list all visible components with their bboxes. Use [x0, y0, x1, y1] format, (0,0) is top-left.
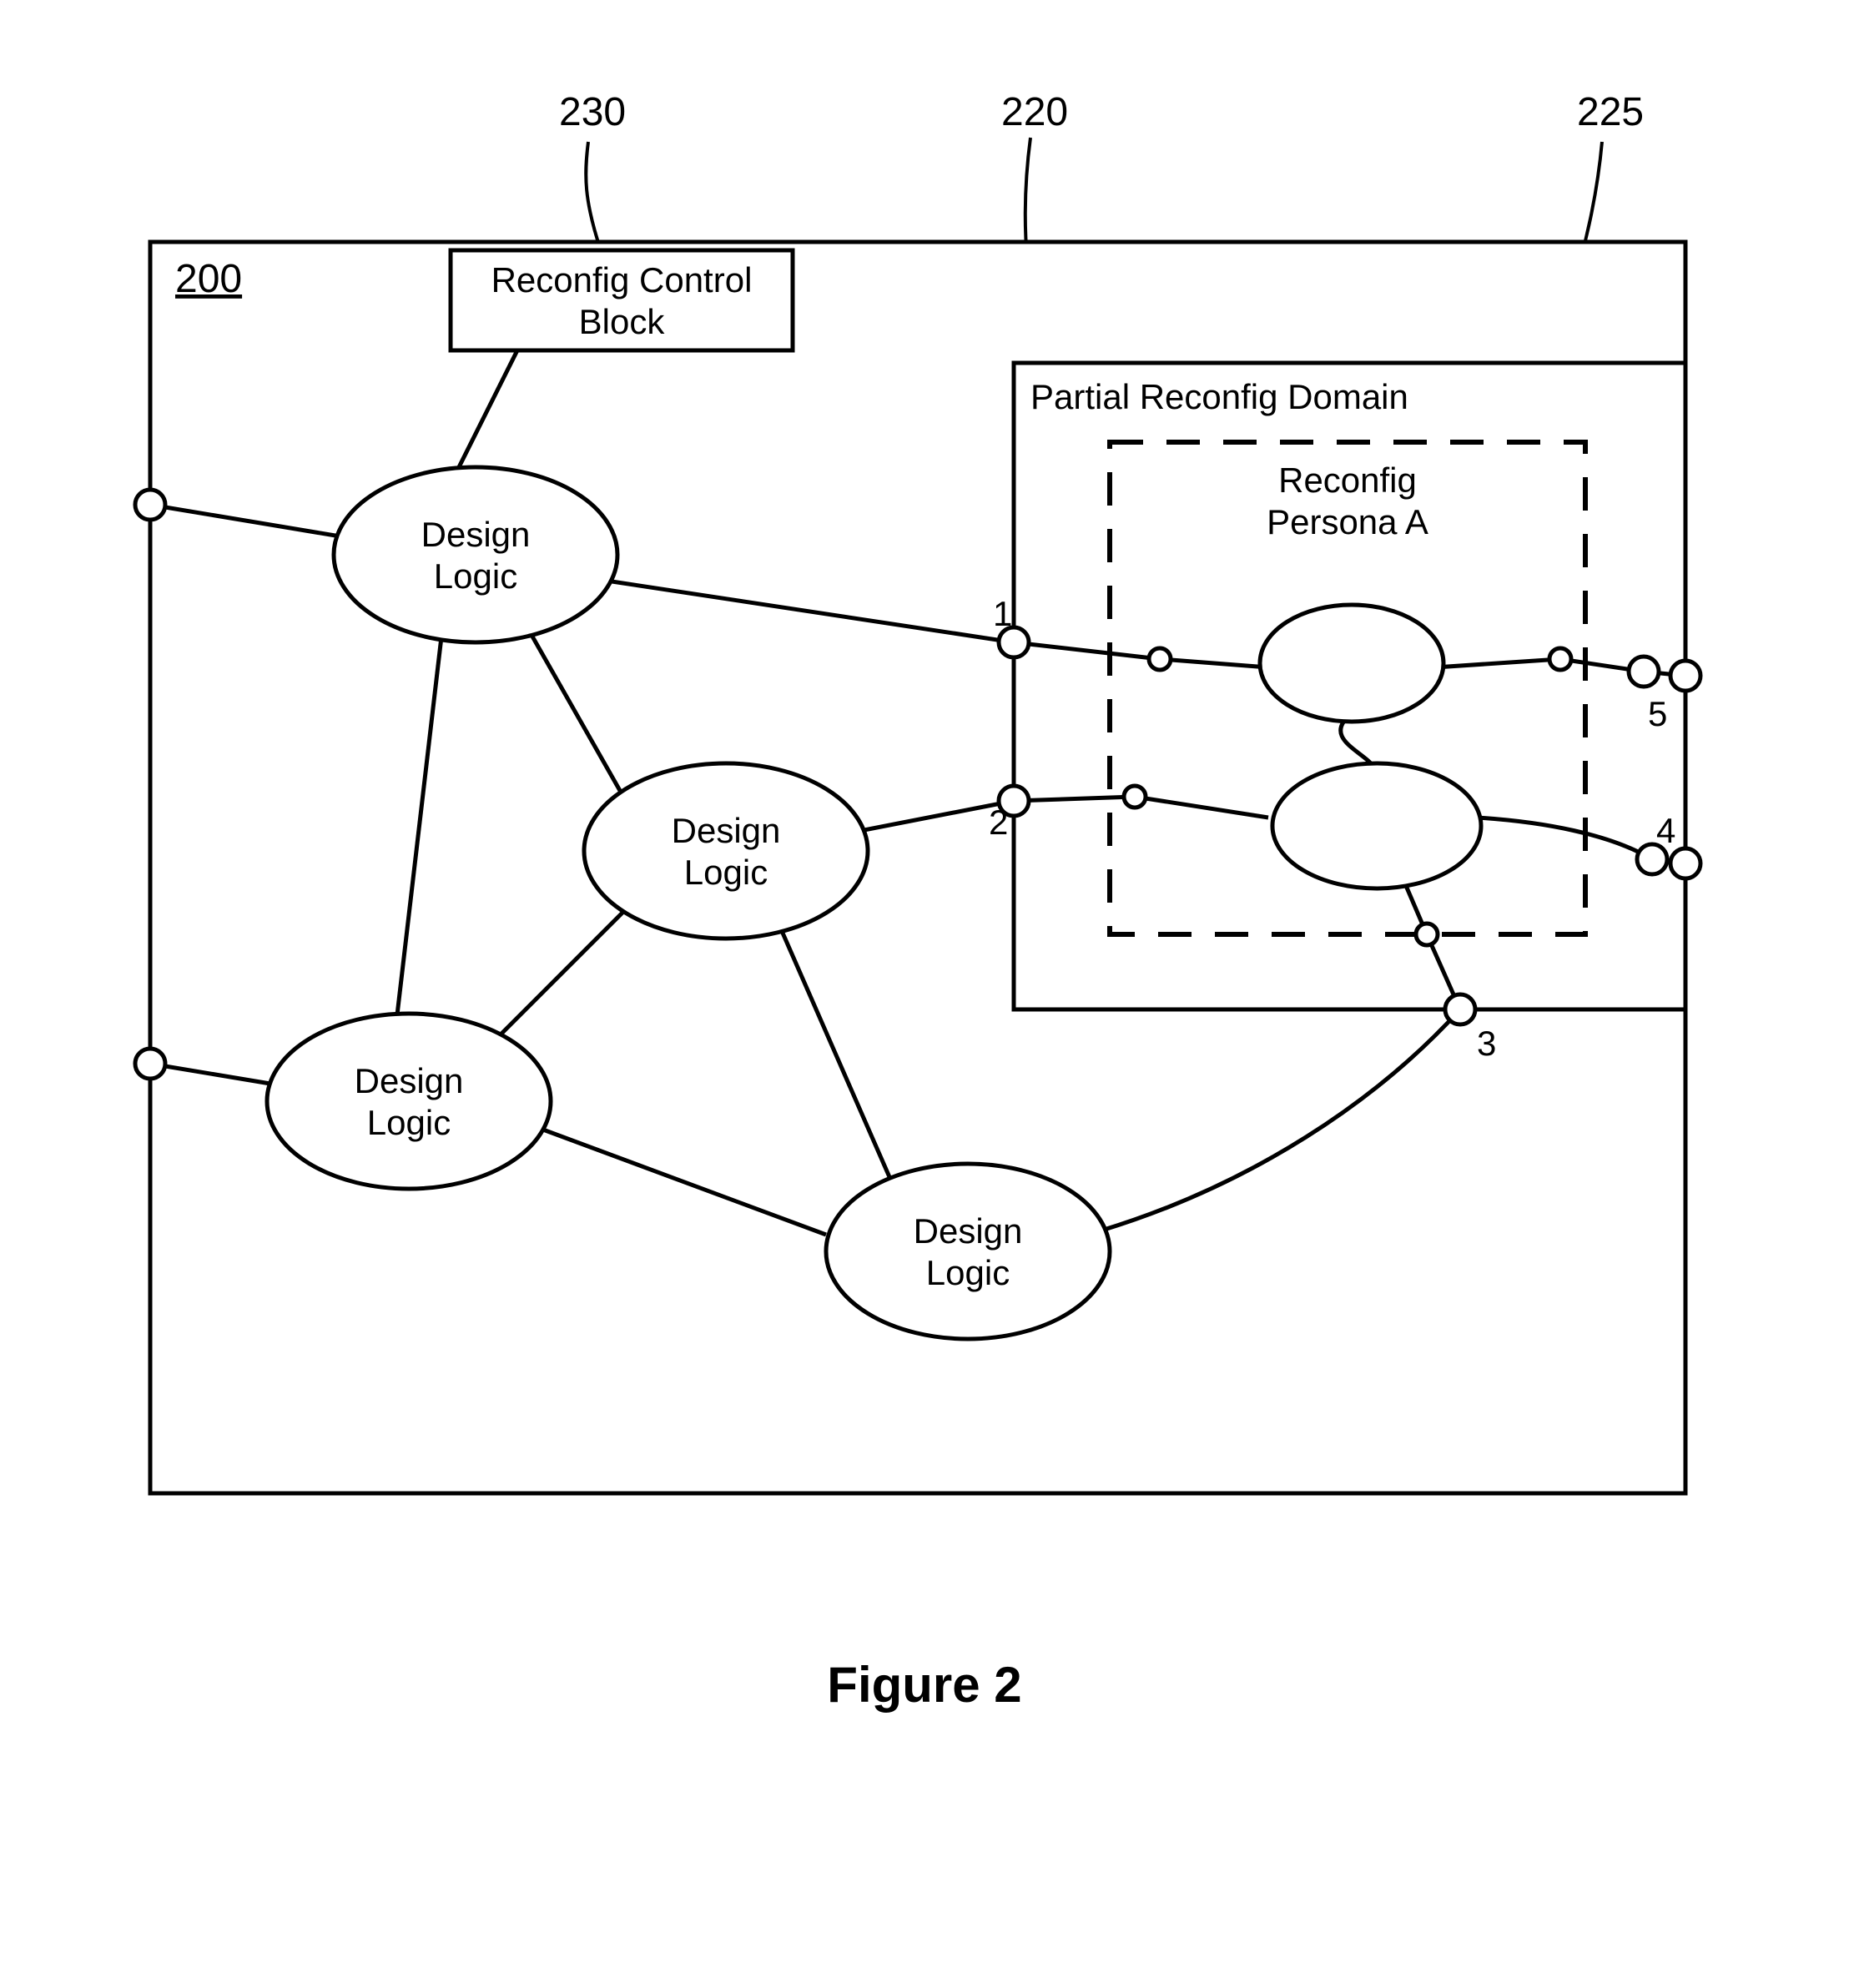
design-logic-2: Design Logic	[584, 763, 868, 939]
reconfig-control-label-line1: Reconfig Control	[491, 260, 753, 299]
io-left-2	[135, 1049, 165, 1079]
persona-port-top-left	[1149, 648, 1171, 670]
persona-port-mid-left	[1124, 786, 1146, 808]
persona-inner-ellipse-top	[1260, 605, 1443, 722]
io-right-2	[1670, 848, 1700, 878]
persona-port-top-right	[1549, 648, 1571, 670]
svg-text:Logic: Logic	[367, 1103, 451, 1142]
ref-230: 230	[559, 90, 626, 134]
port-1-label: 1	[993, 594, 1012, 633]
reconfig-persona-label-line2: Persona A	[1267, 502, 1428, 541]
io-right-1	[1670, 661, 1700, 691]
port-3	[1445, 994, 1475, 1024]
ref-220: 220	[1001, 90, 1068, 134]
port-4-label: 4	[1656, 811, 1675, 850]
port-2-label: 2	[989, 803, 1008, 842]
svg-text:Design: Design	[355, 1061, 464, 1100]
figure-caption: Figure 2	[827, 1657, 1021, 1713]
svg-text:Design: Design	[421, 515, 531, 554]
persona-inner-ellipse-bottom	[1272, 763, 1481, 888]
svg-text:Logic: Logic	[434, 556, 517, 596]
reconfig-control-label-line2: Block	[579, 302, 666, 341]
ref-225: 225	[1577, 90, 1644, 134]
port-5-label: 5	[1648, 694, 1667, 733]
design-logic-1: Design Logic	[334, 467, 617, 642]
design-logic-3: Design Logic	[267, 1014, 551, 1189]
svg-text:Logic: Logic	[926, 1253, 1010, 1292]
svg-text:Design: Design	[672, 811, 781, 850]
design-logic-4: Design Logic	[826, 1164, 1110, 1339]
reconfig-persona-label-line1: Reconfig	[1278, 461, 1417, 500]
svg-text:Logic: Logic	[684, 853, 768, 892]
partial-reconfig-domain-label: Partial Reconfig Domain	[1030, 377, 1408, 416]
svg-text:Design: Design	[914, 1211, 1023, 1251]
ref-200: 200	[175, 257, 242, 301]
port-5	[1629, 657, 1659, 687]
port-3-label: 3	[1477, 1024, 1496, 1063]
io-left-1	[135, 490, 165, 520]
persona-port-bottom	[1416, 924, 1438, 945]
reconfig-control-block: Reconfig Control Block	[451, 250, 793, 350]
